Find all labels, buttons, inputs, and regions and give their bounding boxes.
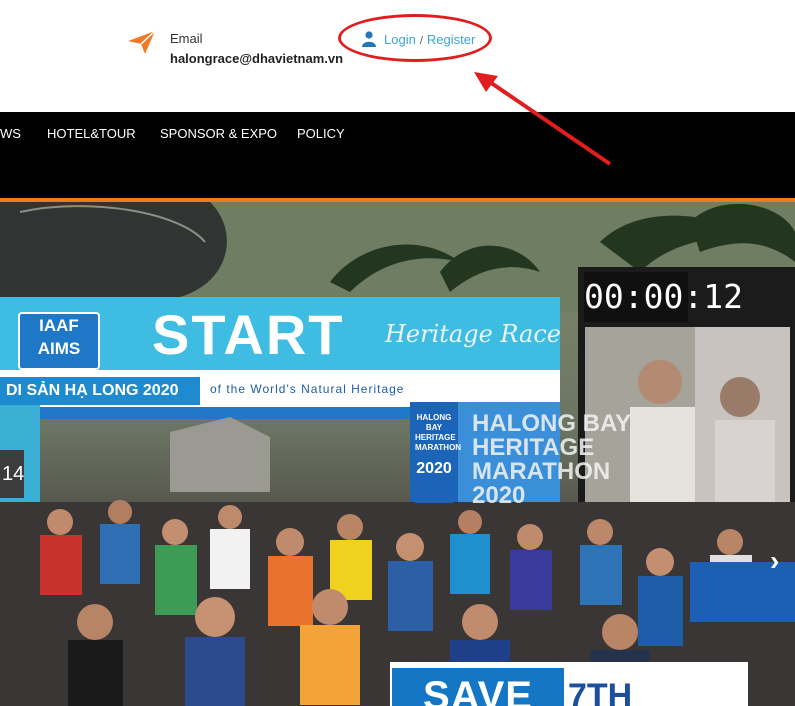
iaaf-logo-line1: IAAF — [39, 316, 79, 335]
race-timer: 00:00:12 — [584, 272, 743, 322]
top-header: Email halongrace@dhavietnam.vn Login / R… — [0, 0, 795, 112]
start-banner-text: START — [152, 303, 345, 366]
hero-slider: IAAF AIMS START Heritage Race DI SẢN HẠ … — [0, 202, 795, 706]
annotation-circle — [338, 14, 492, 62]
paper-plane-icon — [128, 30, 156, 54]
nav-item-policy[interactable]: POLICY — [297, 126, 345, 141]
chevron-right-icon[interactable]: › — [770, 547, 779, 575]
halong-big-line2: HERITAGE — [472, 434, 595, 461]
save-label: SAVE — [392, 668, 564, 706]
side-number: 14 — [0, 450, 24, 498]
nav-item-hotel-tour[interactable]: HOTEL&TOUR — [47, 126, 136, 141]
iaaf-logo-line2: AIMS — [37, 339, 81, 358]
email-address[interactable]: halongrace@dhavietnam.vn — [170, 51, 343, 66]
email-label: Email — [170, 31, 203, 46]
halong-bay-sign: HALONG BAY HERITAGE MARATHON — [415, 407, 461, 503]
halong-big-line3: MARATHON — [472, 458, 611, 485]
main-navigation: WS HOTEL&TOUR SPONSOR & EXPO POLICY — [0, 112, 795, 198]
heritage-race-script: Heritage Race — [385, 320, 562, 348]
race-title: DI SẢN HẠ LONG 2020 — [0, 377, 200, 405]
iaaf-aims-logo: IAAF AIMS — [18, 312, 100, 370]
nav-item-sponsor-expo[interactable]: SPONSOR & EXPO — [160, 126, 277, 141]
banner-subtitle: of the World's Natural Heritage — [210, 382, 405, 396]
halong-big-line4: 2020 — [472, 482, 526, 509]
date-label: 7TH — [568, 677, 633, 706]
halong-bay-big-text: HALONG BAY HERITAGE MARATHON 2020 — [472, 412, 631, 508]
halong-big-line1: HALONG BAY — [472, 410, 632, 437]
nav-item-news[interactable]: WS — [0, 126, 21, 141]
halong-bay-year: 2020 — [416, 460, 452, 477]
